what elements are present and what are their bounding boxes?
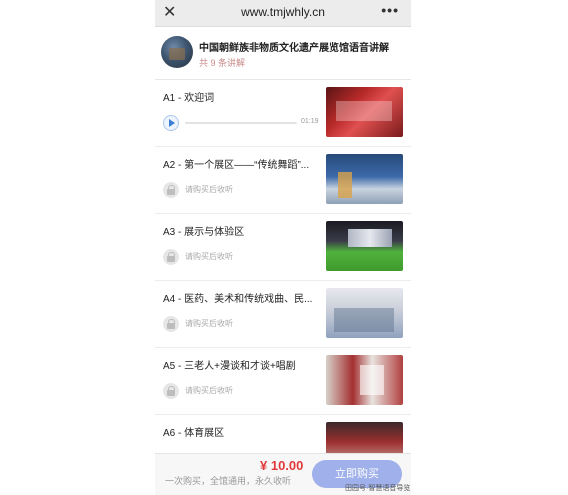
lock-icon <box>163 316 179 332</box>
list-item[interactable]: A4 - 医药、美术和传统戏曲、民... 请购买后收听 <box>155 280 411 348</box>
browser-bar: ✕ www.tmjwhly.cn ••• <box>155 0 411 27</box>
list-item[interactable]: A5 - 三老人+漫谈和才谈+唱剧 请购买后收听 <box>155 347 411 415</box>
thumbnail-image <box>326 221 403 271</box>
thumbnail-image <box>326 154 403 204</box>
purchase-note: 一次购买，全馆通用，永久收听 <box>165 476 292 486</box>
play-icon[interactable] <box>163 115 179 131</box>
item-title: A6 - 体育展区 <box>163 428 225 439</box>
mobile-page: ✕ www.tmjwhly.cn ••• 中国朝鲜族非物质文化遗产展览馆语音讲解… <box>155 0 411 495</box>
thumbnail-image <box>326 87 403 137</box>
lock-text: 请购买后收听 <box>185 386 233 395</box>
lock-icon <box>163 182 179 198</box>
thumbnail-image <box>326 355 403 405</box>
lock-text: 请购买后收听 <box>185 319 233 328</box>
item-title: A1 - 欢迎词 <box>163 93 215 104</box>
price-label: ¥ 10.00 <box>260 458 304 473</box>
item-title: A4 - 医药、美术和传统戏曲、民... <box>163 294 313 305</box>
lock-text: 请购买后收听 <box>185 185 233 194</box>
item-count: 共 9 条讲解 <box>199 58 246 68</box>
lock-text: 请购买后收听 <box>185 252 233 261</box>
thumbnail-image <box>326 288 403 338</box>
list-item[interactable]: A2 - 第一个展区——“传统舞蹈”... 请购买后收听 <box>155 146 411 214</box>
audio-duration: 01:19 <box>301 118 319 125</box>
item-title: A5 - 三老人+漫谈和才谈+唱剧 <box>163 361 296 372</box>
more-icon[interactable]: ••• <box>381 2 399 18</box>
item-title: A2 - 第一个展区——“传统舞蹈”... <box>163 160 310 171</box>
page-header: 中国朝鲜族非物质文化遗产展览馆语音讲解 共 9 条讲解 <box>155 27 411 80</box>
lock-icon <box>163 383 179 399</box>
lock-icon <box>163 249 179 265</box>
url-text: www.tmjwhly.cn <box>241 5 325 19</box>
list-item[interactable]: A3 - 展示与体验区 请购买后收听 <box>155 213 411 281</box>
page-title: 中国朝鲜族非物质文化遗产展览馆语音讲解 <box>199 43 389 54</box>
museum-avatar <box>161 36 193 68</box>
watermark: 田园号·智慧语音导览 <box>345 485 411 492</box>
list-item[interactable]: A1 - 欢迎词 01:19 <box>155 79 411 147</box>
item-title: A3 - 展示与体验区 <box>163 227 245 238</box>
audio-progress[interactable] <box>185 122 297 124</box>
